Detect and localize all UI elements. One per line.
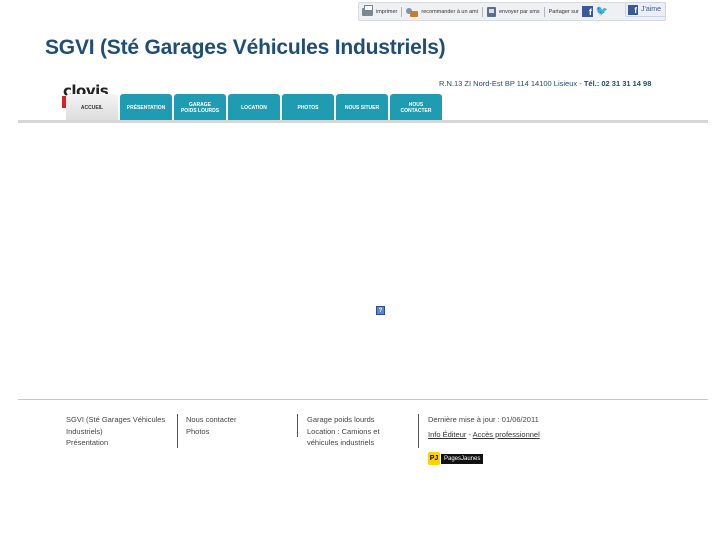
toolbar-divider [401,6,403,17]
footer-link-location-cont[interactable]: véhicules industriels [307,437,412,449]
address-separator: - [579,79,582,88]
page-title: SGVI (Sté Garages Véhicules Industriels) [45,36,446,59]
printer-icon [362,4,373,16]
main-nav: ACCUEIL PRÉSENTATION GARAGE POIDS LOURDS… [66,94,444,121]
footer-column-1: SGVI (Sté Garages Véhicules Industriels)… [66,414,176,449]
phone-sms-icon [486,6,496,17]
nav-tab-nous-situer[interactable]: NOUS SITUER [336,94,388,121]
nav-tab-label-line2: CONTACTER [400,107,432,114]
print-label: imprimer [376,8,398,15]
toolbar-divider [481,6,483,17]
acces-professionnel-link[interactable]: Accès professionnel [473,430,540,439]
nav-tab-photos[interactable]: PHOTOS [282,94,334,121]
share-label: Partager sur [548,8,579,15]
footer-link-location[interactable]: Location : Camions et [307,426,412,438]
share-group: Partager sur f 🐦 [546,6,612,17]
share-toolbar: imprimer recommander à un ami envoyer pa… [358,2,666,21]
nav-tab-location[interactable]: LOCATION [228,94,280,121]
footer-divider [18,399,708,400]
footer-link-contact[interactable]: Nous contacter [186,414,286,426]
nav-tab-presentation[interactable]: PRÉSENTATION [120,94,172,121]
facebook-icon: f [628,4,638,15]
footer-separator [418,414,419,448]
like-label: J'aime [641,6,662,13]
facebook-icon[interactable]: f [581,6,593,17]
nav-tab-label: PRÉSENTATION [126,104,166,111]
address-text: R.N.13 ZI Nord-Est BP 114 14100 Lisieux [439,79,578,88]
footer-link-presentation[interactable]: Présentation [66,437,176,449]
pagesjaunes-badge[interactable]: PJ PagesJaunes [428,451,493,466]
footer-link-sgvi-cont[interactable]: Industriels) [66,426,176,438]
sms-label: envoyer par sms [498,8,540,15]
missing-plugin-icon[interactable]: ? [376,306,385,315]
nav-tab-label: LOCATION [241,104,267,111]
footer-separator [177,414,178,448]
contact-address: R.N.13 ZI Nord-Est BP 114 14100 Lisieux … [439,79,651,88]
footer-link-sgvi[interactable]: SGVI (Sté Garages Véhicules [66,414,176,426]
tel-label: Tél.: [583,79,600,88]
facebook-like-button[interactable]: f J'aime [625,2,666,17]
recommend-friend-icon [406,7,419,17]
header-divider [18,120,708,123]
recommend-label: recommander à un ami [421,8,478,15]
footer-link-garage[interactable]: Garage poids lourds [307,414,412,426]
footer-column-3: Garage poids lourds Location : Camions e… [307,414,412,449]
tel-number: 02 31 31 14 98 [601,79,652,88]
pagesjaunes-icon: PJ [428,452,440,465]
footer-separator [297,414,298,437]
print-link[interactable]: imprimer [359,4,400,16]
nav-tab-label-line2: POIDS LOURDS [180,107,220,114]
footer-link-photos[interactable]: Photos [186,426,286,438]
nav-tab-label: NOUS SITUER [344,104,380,111]
nav-tab-nous-contacter[interactable]: NOUS CONTACTER [390,94,442,121]
twitter-icon[interactable]: 🐦 [596,6,608,17]
nav-tab-garage-poids-lourds[interactable]: GARAGE POIDS LOURDS [174,94,226,121]
recommend-link[interactable]: recommander à un ami [403,7,481,17]
nav-tab-label: PHOTOS [297,104,319,111]
footer-dash: - [468,429,471,439]
footer-column-2: Nous contacter Photos [186,414,286,437]
pagesjaunes-label: PagesJaunes [441,453,484,464]
nav-tab-label: ACCUEIL [80,104,104,111]
last-update: Dernière mise à jour : 01/06/2011 [428,415,539,424]
footer-column-4: Dernière mise à jour : 01/06/2011 Info É… [428,414,558,440]
info-editeur-link[interactable]: Info Éditeur [428,430,466,439]
sms-link[interactable]: envoyer par sms [484,6,543,17]
nav-tab-accueil[interactable]: ACCUEIL [66,94,118,121]
toolbar-divider [543,6,545,17]
